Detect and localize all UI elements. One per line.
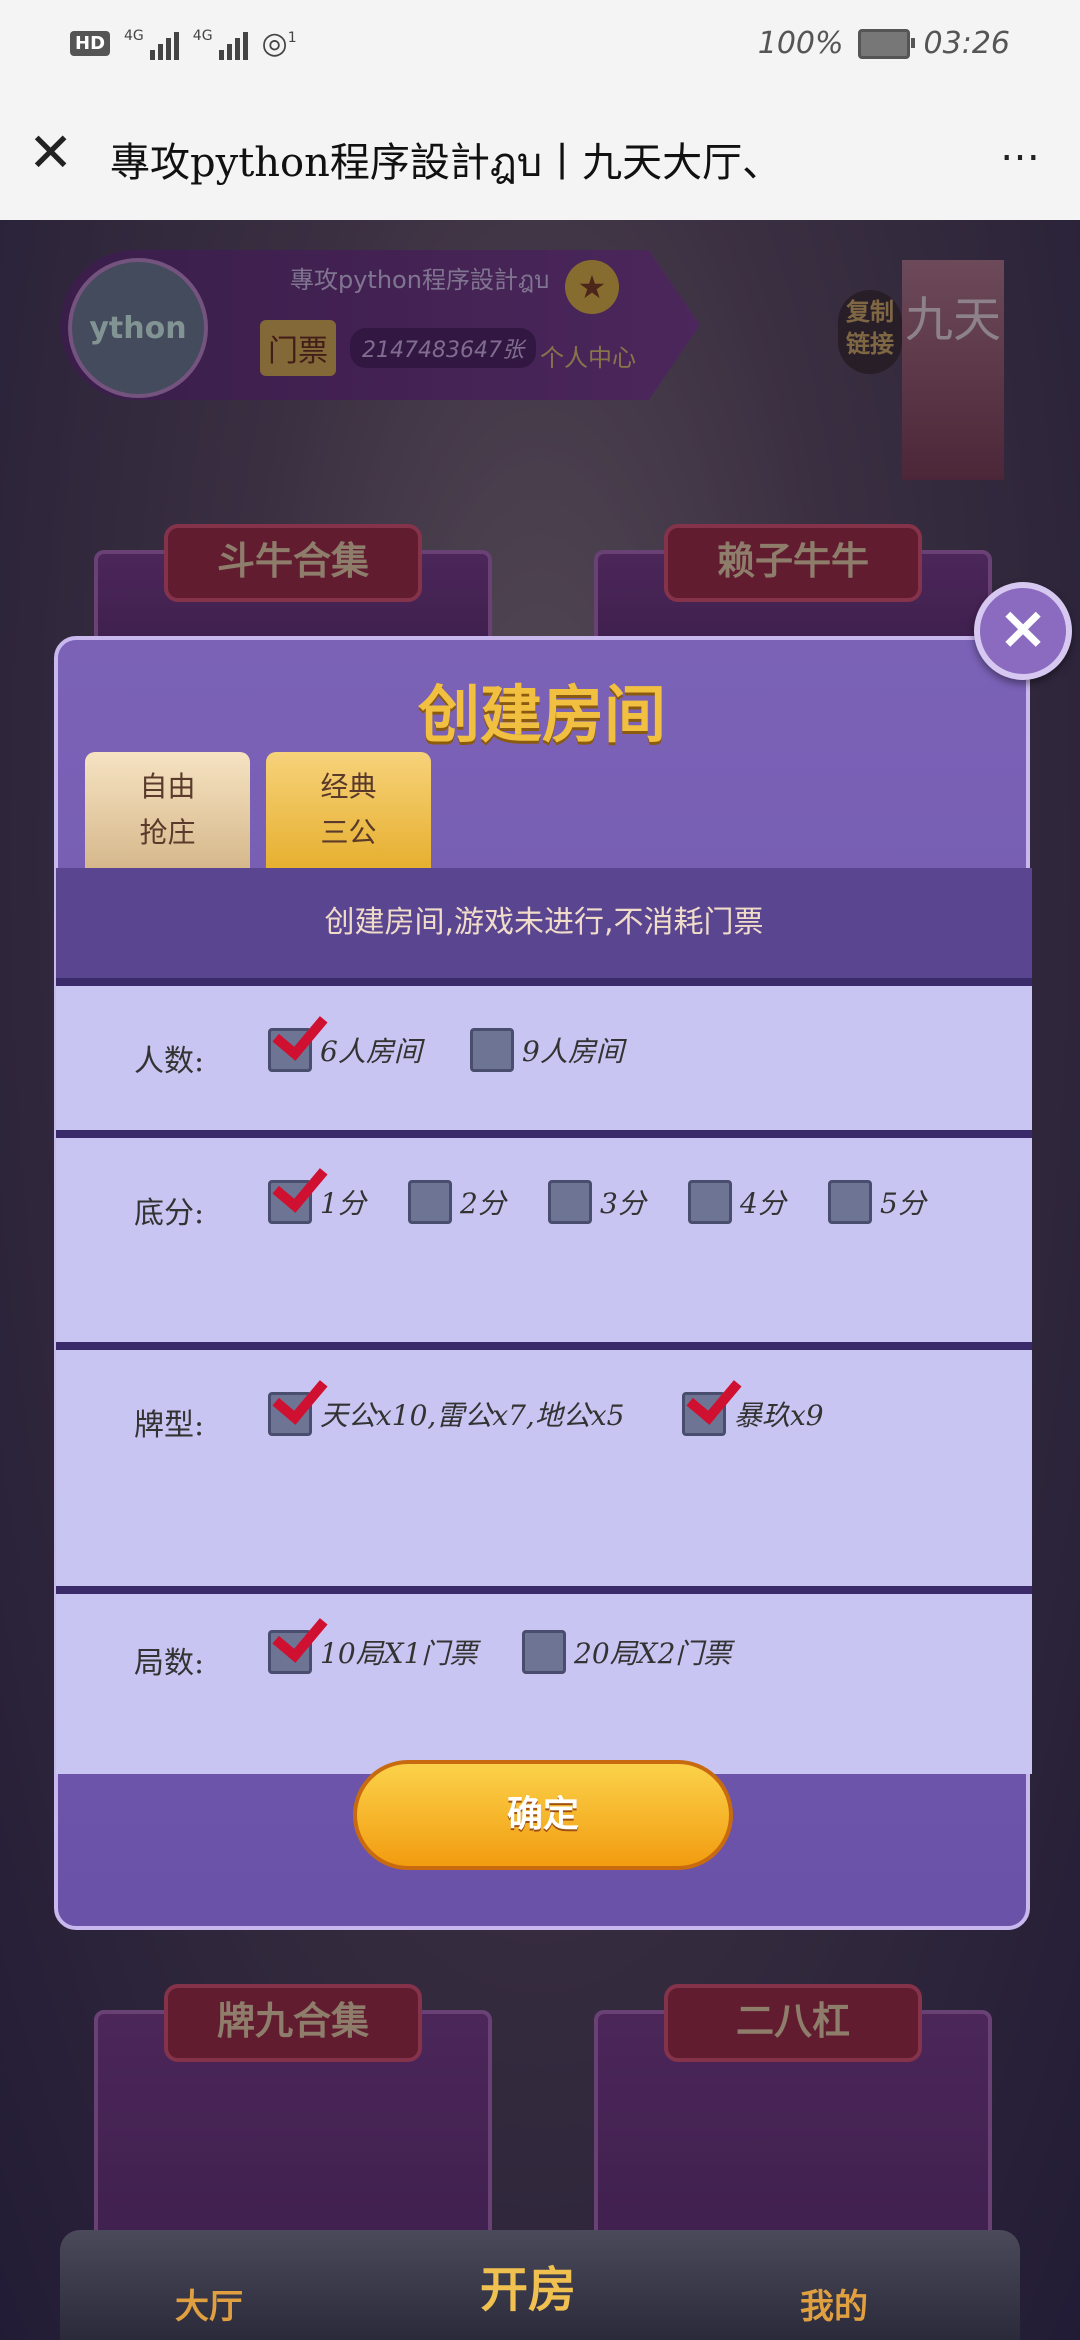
option-label: 6人房间: [320, 1035, 422, 1068]
option-label: 4分: [740, 1187, 786, 1220]
tab-label: 三公: [320, 816, 377, 849]
option-label: 3分: [600, 1187, 646, 1220]
rounds-row: 局数: 10局X1门票 20局X2门票: [56, 1586, 1032, 1774]
players-row: 人数: 6人房间 9人房间: [56, 978, 1032, 1138]
more-icon[interactable]: …: [1000, 124, 1044, 170]
dialog-title: 创建房间: [417, 678, 666, 751]
option-10-rounds[interactable]: 10局X1门票: [268, 1630, 477, 1674]
players-label: 人数:: [134, 1044, 205, 1079]
status-bar: HD 4G 4G ◎1 100% 03:26: [0, 0, 1080, 90]
dialog-close-button[interactable]: ×: [974, 582, 1072, 680]
close-icon[interactable]: ✕: [28, 126, 73, 180]
card-type-row: 牌型: 天公x10,雷公x7,地公x5 暴玖x9: [56, 1342, 1032, 1594]
rounds-label: 局数:: [134, 1646, 205, 1681]
option-label: 10局X1门票: [320, 1637, 478, 1670]
option-label: 20局X2门票: [574, 1637, 732, 1670]
hd-indicator: HD: [70, 31, 111, 56]
option-score-5[interactable]: 5分: [828, 1180, 926, 1224]
tab-label: 自由: [139, 770, 196, 803]
network-type: 4G: [124, 27, 144, 44]
clock: 03:26: [923, 26, 1010, 61]
checkbox[interactable]: [408, 1180, 452, 1224]
bottom-nav: 大厅 开房 我的: [60, 2230, 1020, 2340]
page-title: 專攻python程序設計ฎบ丨九天大厅、: [110, 140, 783, 186]
notice-text: 创建房间,游戏未进行,不消耗门票: [56, 868, 1032, 978]
create-room-dialog: 创建房间 自由 抢庄 经典 三公 创建房间,游戏未进行,不消耗门票 人数: 6人…: [54, 636, 1032, 1930]
checkbox[interactable]: [682, 1392, 726, 1436]
signal-icon: 4G: [124, 28, 179, 60]
checkbox[interactable]: [268, 1180, 312, 1224]
checkbox[interactable]: [268, 1392, 312, 1436]
hotspot-count: 1: [287, 30, 297, 46]
option-label: 9人房间: [522, 1035, 624, 1068]
nav-open-room[interactable]: 开房: [480, 2250, 576, 2320]
hotspot-icon: ◎1: [261, 26, 297, 61]
option-6-players[interactable]: 6人房间: [268, 1028, 422, 1072]
option-label: 1分: [320, 1187, 366, 1220]
option-label: 5分: [880, 1187, 926, 1220]
title-bar: ✕ 專攻python程序設計ฎบ丨九天大厅、 …: [0, 90, 1080, 221]
network-type-2: 4G: [192, 27, 213, 44]
signal-icon-2: 4G: [193, 28, 248, 60]
option-20-rounds[interactable]: 20局X2门票: [522, 1630, 731, 1674]
option-score-3[interactable]: 3分: [548, 1180, 646, 1224]
option-score-4[interactable]: 4分: [688, 1180, 786, 1224]
option-baojiu[interactable]: 暴玖x9: [682, 1392, 824, 1436]
option-score-1[interactable]: 1分: [268, 1180, 366, 1224]
base-score-row: 底分: 1分 2分 3分 4分 5分: [56, 1130, 1032, 1350]
tab-classic-sangong[interactable]: 经典 三公: [266, 752, 431, 868]
checkbox[interactable]: [522, 1630, 566, 1674]
checkbox[interactable]: [828, 1180, 872, 1224]
checkbox[interactable]: [268, 1028, 312, 1072]
options-panel: 创建房间,游戏未进行,不消耗门票 人数: 6人房间 9人房间 底分: 1分 2分: [56, 868, 1032, 1774]
option-label: 2分: [460, 1187, 506, 1220]
checkbox[interactable]: [688, 1180, 732, 1224]
base-score-label: 底分:: [134, 1196, 205, 1231]
option-score-2[interactable]: 2分: [408, 1180, 506, 1224]
battery-icon: [857, 28, 915, 59]
checkbox[interactable]: [470, 1028, 514, 1072]
tab-free-banker[interactable]: 自由 抢庄: [85, 752, 250, 868]
card-type-label: 牌型:: [134, 1408, 205, 1443]
checkbox[interactable]: [268, 1630, 312, 1674]
tab-label: 抢庄: [139, 816, 196, 849]
nav-home[interactable]: 大厅: [175, 2279, 243, 2328]
option-label: 暴玖x9: [734, 1399, 824, 1432]
checkbox[interactable]: [548, 1180, 592, 1224]
battery-percent: 100%: [757, 26, 844, 61]
option-9-players[interactable]: 9人房间: [470, 1028, 624, 1072]
nav-mine[interactable]: 我的: [800, 2279, 868, 2328]
option-label: 天公x10,雷公x7,地公x5: [320, 1399, 625, 1432]
option-tiangong[interactable]: 天公x10,雷公x7,地公x5: [268, 1392, 624, 1436]
tab-label: 经典: [320, 770, 377, 803]
confirm-button[interactable]: 确定: [353, 1760, 733, 1870]
